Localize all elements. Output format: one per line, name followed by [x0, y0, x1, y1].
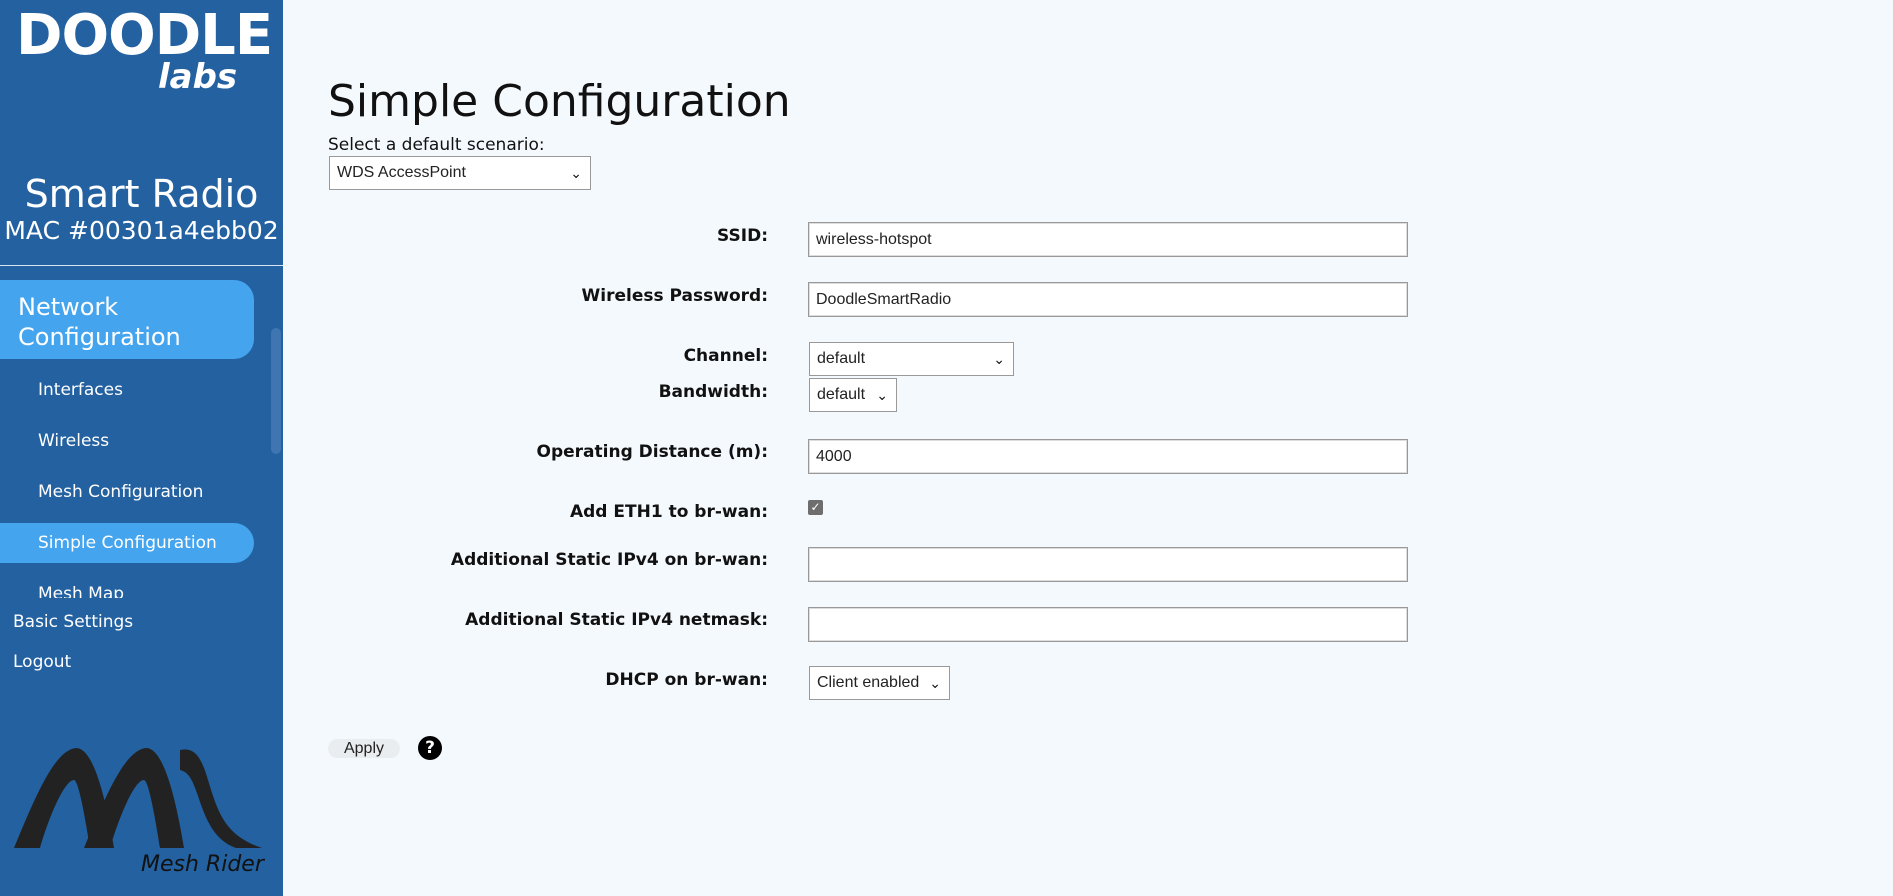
apply-button[interactable]: Apply: [328, 739, 400, 758]
sidebar-item-simple-configuration[interactable]: Simple Configuration: [38, 533, 217, 553]
mesh-rider-logo-text: Mesh Rider: [141, 852, 264, 877]
sidebar-item-interfaces[interactable]: Interfaces: [38, 380, 123, 400]
sidebar-item-wireless[interactable]: Wireless: [38, 431, 109, 451]
wireless-password-label: Wireless Password:: [581, 286, 768, 306]
ssid-input[interactable]: wireless-hotspot: [808, 222, 1408, 257]
labs-logo: labs: [158, 57, 238, 97]
operating-distance-input[interactable]: 4000: [808, 439, 1408, 474]
device-mac: MAC #00301a4ebb02: [4, 216, 279, 245]
static-netmask-input[interactable]: [808, 607, 1408, 642]
operating-distance-label: Operating Distance (m):: [536, 442, 768, 462]
add-eth1-checkbox[interactable]: ✓: [808, 500, 823, 515]
sidebar-nav: Network Configuration Interfaces Wireles…: [0, 280, 283, 598]
nav-section-network-configuration[interactable]: Network Configuration: [0, 280, 254, 359]
static-netmask-label: Additional Static IPv4 netmask:: [465, 610, 768, 630]
channel-label: Channel:: [683, 346, 768, 366]
device-name: Smart Radio: [24, 172, 259, 216]
doodle-logo: DOODLE: [16, 3, 273, 68]
sidebar: DOODLE labs Smart Radio MAC #00301a4ebb0…: [0, 0, 283, 896]
bandwidth-label: Bandwidth:: [658, 382, 768, 402]
mesh-rider-logo-icon: [14, 748, 262, 848]
static-ipv4-label: Additional Static IPv4 on br-wan:: [450, 550, 768, 570]
chevron-down-icon: ⌄: [570, 165, 582, 181]
sidebar-link-logout[interactable]: Logout: [13, 652, 71, 672]
page-title: Simple Configuration: [328, 76, 791, 127]
scenario-select[interactable]: WDS AccessPoint ⌄: [329, 156, 591, 190]
scenario-label: Select a default scenario:: [328, 135, 545, 155]
sidebar-scrollbar[interactable]: [271, 328, 281, 454]
channel-select-value: default: [817, 350, 866, 367]
dhcp-label: DHCP on br-wan:: [605, 670, 768, 690]
chevron-down-icon: ⌄: [876, 387, 888, 403]
wireless-password-input[interactable]: DoodleSmartRadio: [808, 282, 1408, 317]
sidebar-item-mesh-configuration[interactable]: Mesh Configuration: [38, 482, 203, 502]
help-circle-icon[interactable]: ?: [418, 736, 442, 760]
bandwidth-select-value: default: [817, 386, 866, 403]
sidebar-item-mesh-map[interactable]: Mesh Map: [38, 584, 124, 598]
scenario-select-value: WDS AccessPoint: [337, 164, 466, 181]
sidebar-divider: [0, 265, 283, 266]
sidebar-link-basic-settings[interactable]: Basic Settings: [13, 612, 133, 632]
dhcp-select-value: Client enabled: [817, 674, 920, 691]
channel-select[interactable]: default ⌄: [809, 342, 1014, 376]
bandwidth-select[interactable]: default ⌄: [809, 378, 897, 412]
dhcp-select[interactable]: Client enabled ⌄: [809, 666, 950, 700]
chevron-down-icon: ⌄: [993, 351, 1005, 367]
add-eth1-label: Add ETH1 to br-wan:: [569, 502, 768, 522]
static-ipv4-input[interactable]: [808, 547, 1408, 582]
ssid-label: SSID:: [717, 226, 768, 246]
chevron-down-icon: ⌄: [929, 675, 941, 691]
